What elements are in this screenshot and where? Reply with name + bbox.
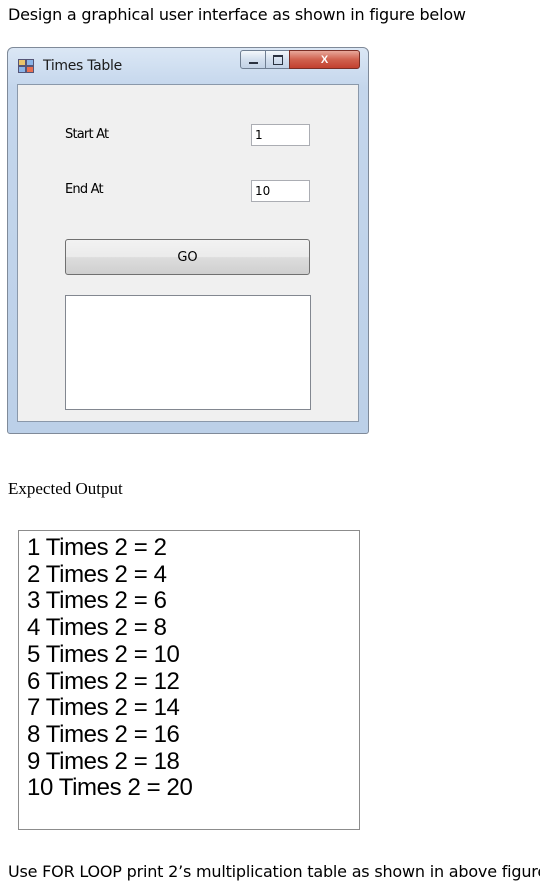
minimize-icon (248, 61, 258, 64)
minimize-button[interactable] (240, 50, 266, 69)
output-line: 2 Times 2 = 4 (27, 560, 167, 588)
output-line: 3 Times 2 = 6 (27, 587, 167, 615)
maximize-icon (272, 54, 283, 65)
output-line: 6 Times 2 = 12 (27, 667, 180, 695)
expected-output-heading: Expected Output (8, 479, 123, 498)
output-line: 4 Times 2 = 8 (27, 614, 167, 642)
footer-instruction: Use FOR LOOP print 2’s multiplication ta… (8, 862, 540, 881)
output-line: 9 Times 2 = 18 (27, 747, 180, 775)
output-line: 10 Times 2 = 20 (27, 774, 193, 802)
close-button[interactable]: X (289, 50, 360, 69)
output-listbox[interactable] (65, 295, 311, 410)
output-line: 5 Times 2 = 10 (27, 640, 180, 668)
title-bar[interactable]: Times Table X (8, 48, 368, 78)
output-line: 7 Times 2 = 14 (27, 694, 180, 722)
close-icon: X (320, 53, 329, 66)
start-at-input[interactable]: 1 (251, 124, 310, 146)
end-at-label: End At (65, 182, 104, 197)
start-at-label: Start At (65, 127, 109, 142)
times-table-window: Times Table X Start At 1 End At 10 GO (7, 47, 369, 434)
maximize-button[interactable] (265, 50, 290, 69)
app-icon (18, 59, 34, 73)
output-line: 1 Times 2 = 2 (27, 534, 167, 561)
go-button[interactable]: GO (65, 239, 310, 275)
window-title: Times Table (43, 58, 122, 74)
output-line: 8 Times 2 = 16 (27, 720, 180, 748)
instruction-text: Design a graphical user interface as sho… (8, 5, 466, 24)
form-client-area: Start At 1 End At 10 GO (17, 84, 359, 422)
expected-output-listbox: 1 Times 2 = 2 2 Times 2 = 4 3 Times 2 = … (18, 530, 360, 830)
end-at-input[interactable]: 10 (251, 180, 310, 202)
